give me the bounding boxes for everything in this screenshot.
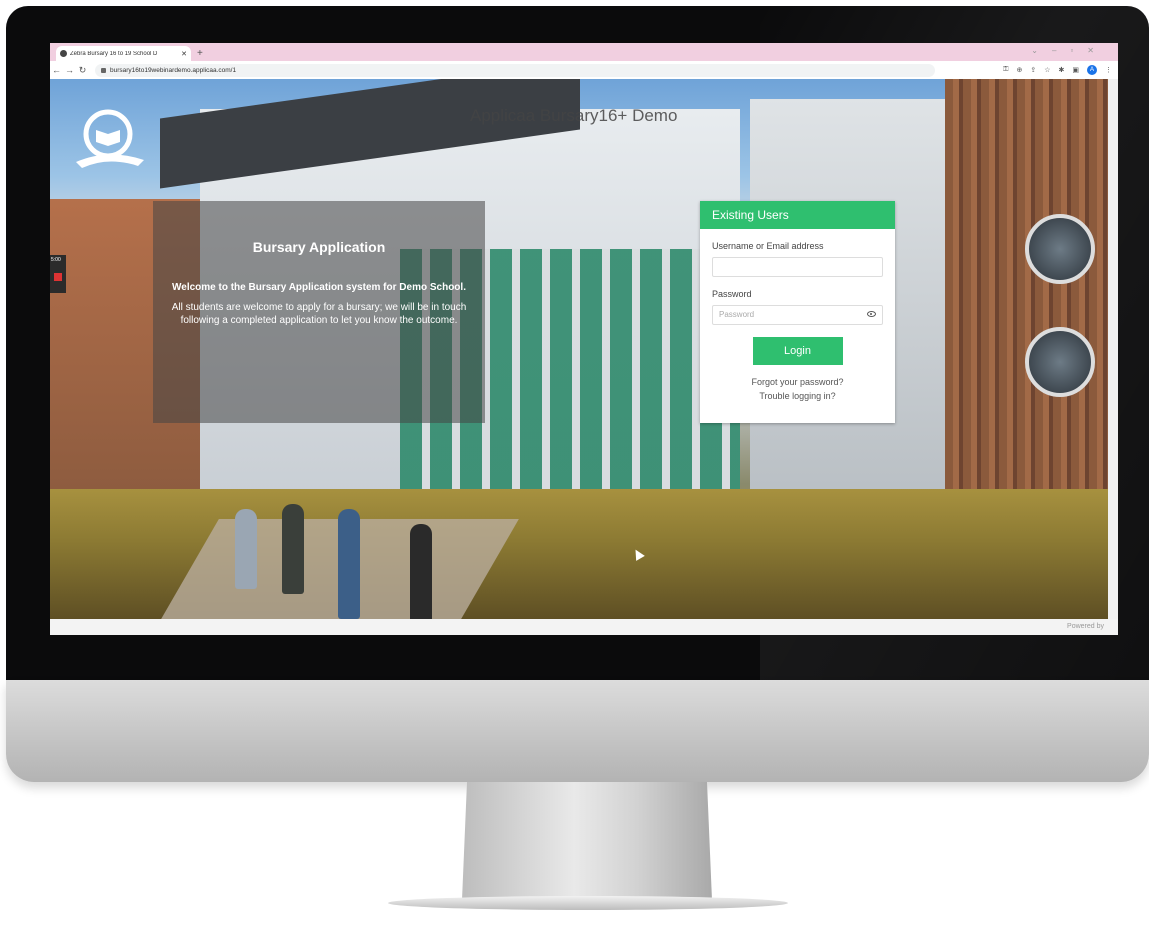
powered-by-text: Powered by [1067,623,1104,630]
round-window [1025,214,1095,284]
info-panel: Bursary Application Welcome to the Bursa… [153,201,485,423]
student-figure [338,509,360,619]
browser-tab[interactable]: Zebra Bursary 16 to 19 School D ✕ [56,46,191,61]
extensions-icon[interactable]: ✱ [1059,66,1065,74]
vertical-scrollbar[interactable] [1108,79,1118,619]
lock-icon[interactable] [101,67,106,73]
monitor-stand [462,782,712,900]
forgot-password-link[interactable]: Forgot your password? [700,377,895,387]
address-bar[interactable]: bursary16to19webinardemo.applicaa.com/1 [95,63,935,77]
new-tab-button[interactable]: + [197,46,203,61]
student-figure [282,504,304,594]
login-panel: Existing Users Username or Email address… [700,201,895,423]
timer-widget[interactable]: 5:00 [50,255,66,293]
info-body: All students are welcome to apply for a … [171,302,467,326]
username-label: Username or Email address [712,241,824,251]
window-controls[interactable]: ⌄–▫✕ [1031,46,1108,55]
site-title: Applicaa Bursary16+ Demo [470,106,678,125]
tab-title: Zebra Bursary 16 to 19 School D [70,50,158,57]
password-placeholder: Password [719,310,755,319]
sidepanel-icon[interactable]: ▣ [1072,66,1079,74]
timer-text: 5:00 [51,257,61,263]
zoom-icon[interactable]: ⊕ [1016,66,1022,74]
page-background: Applicaa Bursary16+ Demo 5:00 Bursary Ap… [50,79,1108,619]
star-icon[interactable]: ☆ [1044,66,1050,74]
info-heading: Bursary Application [252,239,386,255]
info-welcome: Welcome to the Bursary Application syste… [172,282,466,293]
browser-toolbar: ← → ↻ bursary16to19webinardemo.applicaa.… [50,61,1118,79]
browser-tab-bar: Zebra Bursary 16 to 19 School D ✕ + ⌄–▫✕ [50,43,1118,61]
building-wood-cladding [945,79,1108,499]
forward-arrow-icon[interactable]: → [63,65,76,75]
password-label: Password [712,289,752,299]
close-tab-icon[interactable]: ✕ [181,50,187,58]
reload-icon[interactable]: ↻ [76,65,89,76]
screen: Zebra Bursary 16 to 19 School D ✕ + ⌄–▫✕… [50,43,1118,635]
monitor-stand-base [388,896,788,910]
login-header: Existing Users [700,201,895,229]
show-password-icon[interactable] [867,311,876,317]
username-field[interactable] [712,257,883,277]
record-icon[interactable] [54,273,62,281]
login-button[interactable]: Login [752,337,843,365]
favicon-icon [60,50,67,57]
book-emblem-icon [76,109,144,168]
url-text: bursary16to19webinardemo.applicaa.com/1 [110,66,237,74]
profile-avatar[interactable]: A [1087,65,1097,75]
student-figure [410,524,432,619]
trouble-logging-in-link[interactable]: Trouble logging in? [700,391,895,401]
menu-icon[interactable]: ⋮ [1105,66,1112,74]
page-footer: Powered by [50,619,1118,635]
round-window [1025,327,1095,397]
share-icon[interactable]: ⇪ [1030,66,1036,74]
key-icon[interactable]: ⚿ [1003,66,1008,74]
back-arrow-icon[interactable]: ← [50,65,63,75]
student-figure [235,509,257,589]
monitor-chin [6,680,1149,782]
password-field[interactable]: Password [712,305,883,325]
